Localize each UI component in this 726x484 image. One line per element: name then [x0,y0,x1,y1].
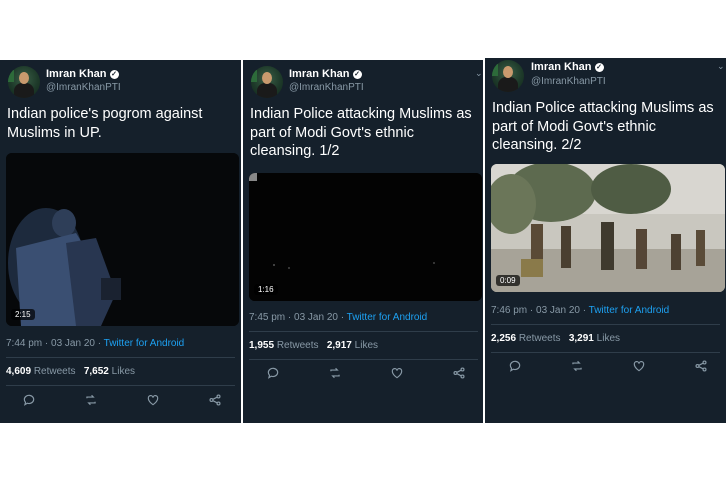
like-count[interactable]: 3,291 [569,333,594,344]
video-duration: 2:15 [11,309,35,320]
author-name[interactable]: Imran Khan ✓ [289,68,362,80]
likes-label[interactable]: Likes [355,340,378,351]
author-handle[interactable]: @ImranKhanPTI [531,76,606,87]
timestamp: 7:46 pm · 03 Jan 20 · [491,305,589,316]
retweet-count[interactable]: 1,955 [249,340,274,351]
verified-badge-icon: ✓ [594,63,604,72]
timestamp: 7:45 pm · 03 Jan 20 · [249,312,347,323]
tweet-card-2[interactable]: Imran Khan ✓ @ImranKhanPTI ⌄ Indian Polic… [243,60,483,423]
author-handle[interactable]: @ImranKhanPTI [289,82,364,93]
likes-label[interactable]: Likes [597,333,620,344]
reply-icon[interactable] [22,393,36,407]
video-player[interactable]: 2:15 [6,153,239,326]
timestamp: 7:44 pm · 03 Jan 20 · [6,338,104,349]
retweets-label[interactable]: Retweets [519,333,561,344]
source-link[interactable]: Twitter for Android [589,305,670,316]
retweet-icon[interactable] [84,393,98,407]
author-name[interactable]: Imran Khan ✓ [46,68,119,80]
avatar[interactable] [8,66,40,98]
like-icon[interactable] [632,359,646,373]
source-link[interactable]: Twitter for Android [104,338,185,349]
divider [491,352,720,353]
video-thumbnail [249,173,482,301]
video-thumbnail [6,153,239,326]
retweet-count[interactable]: 4,609 [6,366,31,377]
share-icon[interactable] [452,366,466,380]
chevron-down-icon[interactable]: ⌄ [717,61,725,72]
verified-badge-icon: ✓ [352,70,362,79]
likes-label[interactable]: Likes [112,366,135,377]
retweet-count[interactable]: 2,256 [491,333,516,344]
share-icon[interactable] [208,393,222,407]
video-player[interactable]: 1:16 [249,173,482,301]
tweet-stats: 4,609 Retweets 7,652 Likes [6,366,135,377]
author-name[interactable]: Imran Khan ✓ [531,61,604,73]
tweet-meta: 7:44 pm · 03 Jan 20 · Twitter for Androi… [6,338,184,349]
retweet-icon[interactable] [570,359,584,373]
source-link[interactable]: Twitter for Android [347,312,428,323]
divider [491,324,720,325]
retweets-label[interactable]: Retweets [277,340,319,351]
share-icon[interactable] [694,359,708,373]
like-count[interactable]: 7,652 [84,366,109,377]
tweet-stats: 2,256 Retweets 3,291 Likes [491,333,620,344]
verified-badge-icon: ✓ [109,70,119,79]
divider [249,331,478,332]
video-duration: 0:09 [496,275,520,286]
tweet-text: Indian Police attacking Muslims as part … [492,100,714,153]
tweet-text: Indian Police attacking Muslims as part … [250,106,472,159]
divider [249,359,478,360]
avatar[interactable] [492,60,524,92]
tweet-card-3[interactable]: Imran Khan ✓ @ImranKhanPTI ⌄ Indian Polic… [485,58,726,423]
video-duration: 1:16 [254,284,278,295]
tweet-meta: 7:45 pm · 03 Jan 20 · Twitter for Androi… [249,312,427,323]
avatar[interactable] [251,66,283,98]
retweet-icon[interactable] [328,366,342,380]
like-count[interactable]: 2,917 [327,340,352,351]
reply-icon[interactable] [508,359,522,373]
tweet-text: Indian police's pogrom against Muslims i… [7,106,203,141]
tweet-stats: 1,955 Retweets 2,917 Likes [249,340,378,351]
reply-icon[interactable] [266,366,280,380]
author-handle[interactable]: @ImranKhanPTI [46,82,121,93]
tweet-card-1[interactable]: Imran Khan ✓ @ImranKhanPTI Indian police'… [0,60,241,423]
like-icon[interactable] [146,393,160,407]
tweet-meta: 7:46 pm · 03 Jan 20 · Twitter for Androi… [491,305,669,316]
like-icon[interactable] [390,366,404,380]
retweets-label[interactable]: Retweets [34,366,76,377]
chevron-down-icon[interactable]: ⌄ [475,68,483,79]
video-thumbnail [491,164,725,292]
video-player[interactable]: 0:09 [491,164,725,292]
divider [6,357,235,358]
divider [6,385,235,386]
